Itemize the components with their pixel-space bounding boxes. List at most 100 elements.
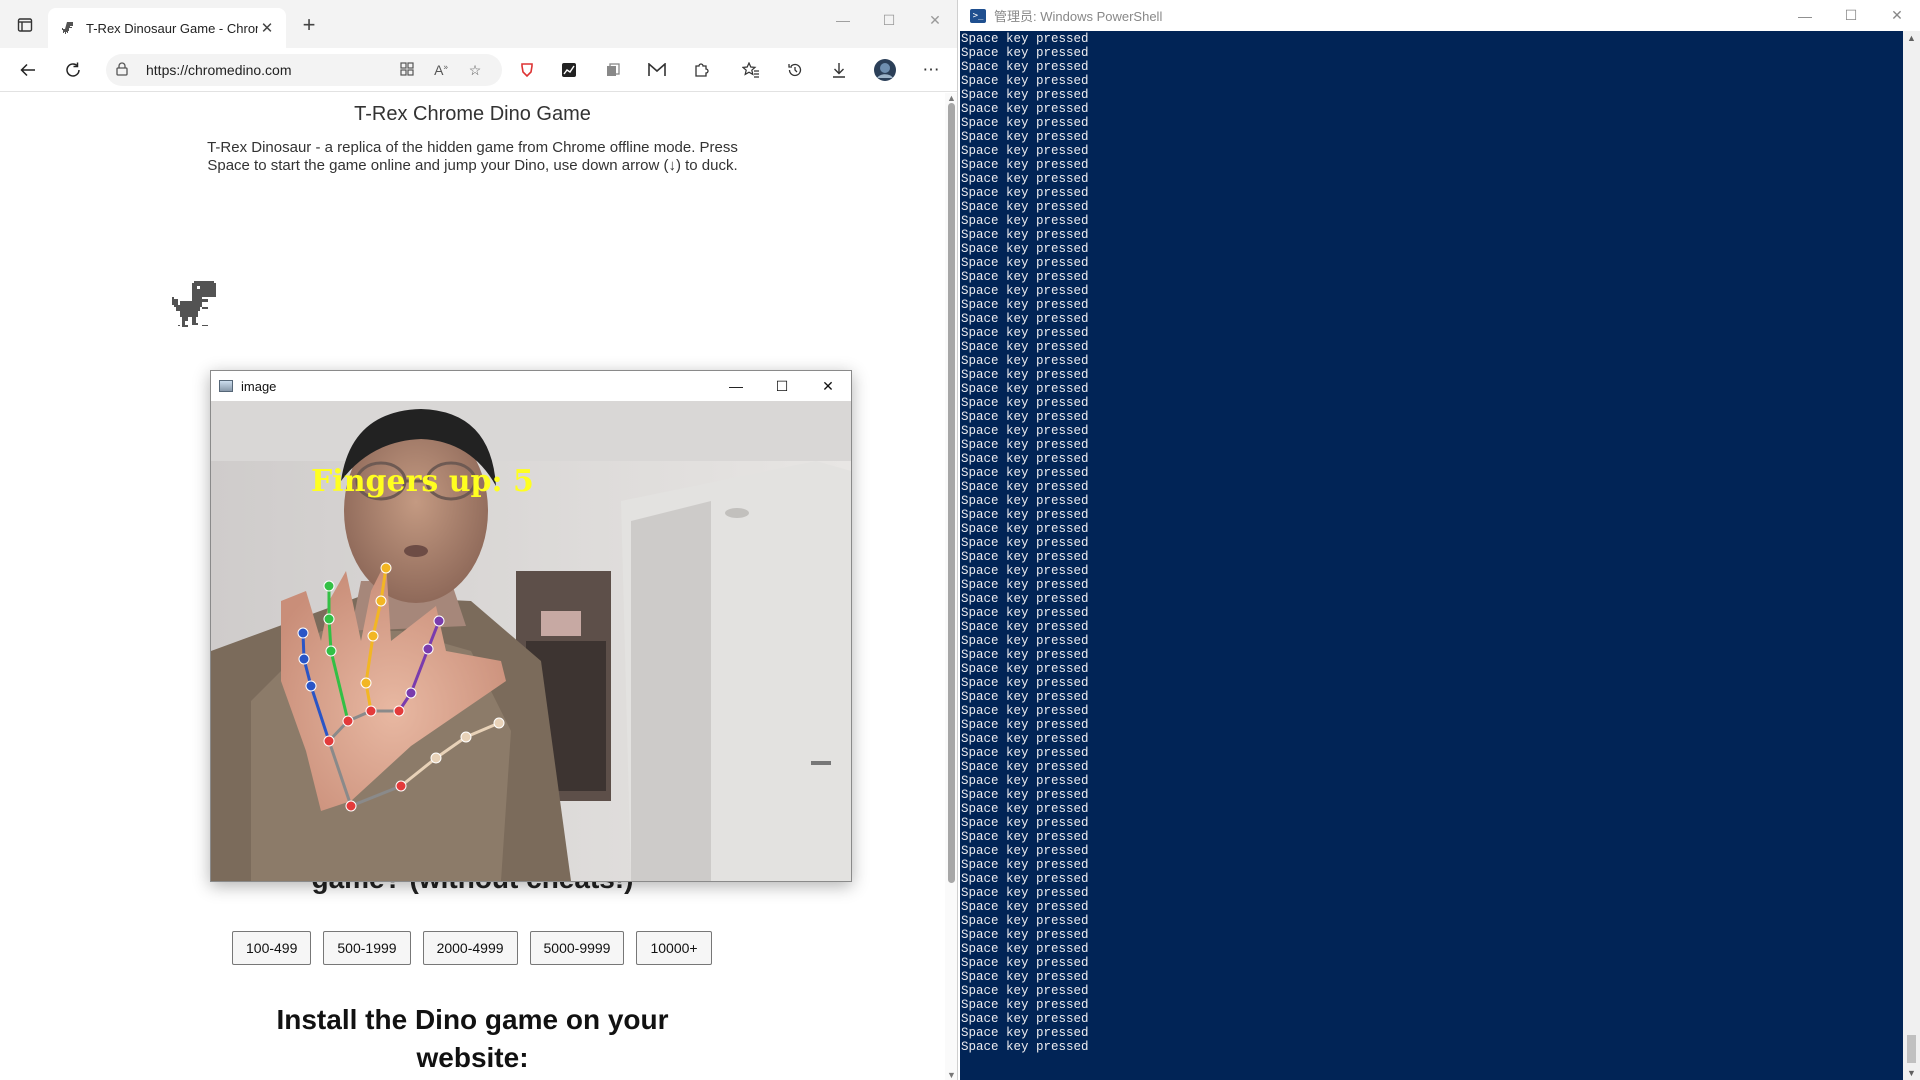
ps-scrollbar-thumb[interactable] (1907, 1035, 1916, 1063)
console-line: Space key pressed (961, 438, 1089, 452)
extension-icon[interactable] (688, 57, 714, 83)
profile-icon[interactable] (872, 57, 898, 83)
powershell-title: 管理员: Windows PowerShell (994, 9, 1163, 24)
range-button-100-499[interactable]: 100-499 (232, 931, 312, 965)
read-aloud-icon[interactable]: A» (424, 62, 458, 78)
landmark-point (375, 595, 387, 607)
scrollbar-thumb[interactable] (948, 103, 955, 883)
collections-icon[interactable] (600, 57, 626, 83)
ps-minimize-button[interactable]: — (1782, 0, 1828, 31)
window-icon (219, 380, 233, 392)
address-bar[interactable]: https://chromedino.com A» ☆ (106, 54, 502, 86)
grid-icon[interactable] (390, 61, 424, 79)
console-line: Space key pressed (961, 844, 1089, 858)
console-line: Space key pressed (961, 312, 1089, 326)
image-maximize-button[interactable]: ☐ (759, 371, 805, 401)
image-minimize-button[interactable]: — (713, 371, 759, 401)
landmark-point (393, 705, 405, 717)
reload-icon[interactable] (60, 57, 86, 83)
console-line: Space key pressed (961, 858, 1089, 872)
back-icon[interactable] (15, 57, 41, 83)
powershell-scrollbar[interactable]: ▲ ▼ (1903, 31, 1920, 1080)
console-line: Space key pressed (961, 522, 1089, 536)
page-scrollbar[interactable]: ▲ ▼ (945, 93, 957, 1080)
more-icon[interactable]: ⋯ (918, 57, 944, 83)
console-line: Space key pressed (961, 578, 1089, 592)
console-line: Space key pressed (961, 900, 1089, 914)
console-line: Space key pressed (961, 242, 1089, 256)
range-button-5000-9999[interactable]: 5000-9999 (529, 931, 625, 965)
landmark-point (342, 715, 354, 727)
range-button-2000-4999[interactable]: 2000-4999 (422, 931, 518, 965)
console-line: Space key pressed (961, 340, 1089, 354)
workspaces-icon[interactable] (12, 12, 38, 38)
landmark-point (360, 677, 372, 689)
url-text[interactable]: https://chromedino.com (146, 62, 390, 78)
scroll-down-icon[interactable]: ▼ (947, 1070, 956, 1080)
console-line: Space key pressed (961, 466, 1089, 480)
downloads-icon[interactable] (826, 57, 852, 83)
add-favorite-icon[interactable]: ☆ (458, 62, 492, 79)
range-button-500-1999[interactable]: 500-1999 (323, 931, 411, 965)
scroll-up-icon[interactable]: ▲ (947, 93, 956, 103)
ps-close-button[interactable]: ✕ (1874, 0, 1920, 31)
ps-scroll-up-icon[interactable]: ▲ (1907, 33, 1916, 43)
console-line: Space key pressed (961, 802, 1089, 816)
lock-icon[interactable] (116, 61, 136, 79)
close-button[interactable]: ✕ (912, 0, 957, 40)
console-line: Space key pressed (961, 284, 1089, 298)
console-line: Space key pressed (961, 998, 1089, 1012)
console-line: Space key pressed (961, 74, 1089, 88)
chart-extension-icon[interactable] (556, 57, 582, 83)
console-line: Space key pressed (961, 424, 1089, 438)
browser-window-controls: — ☐ ✕ (820, 0, 957, 40)
console-line: Space key pressed (961, 1040, 1089, 1054)
console-line: Space key pressed (961, 816, 1089, 830)
tab-chromedino[interactable]: T-Rex Dinosaur Game - Chrome ✕ (48, 8, 286, 48)
landmark-point (297, 627, 309, 639)
console-line: Space key pressed (961, 662, 1089, 676)
minimize-button[interactable]: — (820, 0, 866, 40)
console-line: Space key pressed (961, 130, 1089, 144)
image-window[interactable]: image — ☐ ✕ Fingers up: 5 (210, 370, 852, 882)
console-line: Space key pressed (961, 746, 1089, 760)
console-line: Space key pressed (961, 172, 1089, 186)
image-close-button[interactable]: ✕ (805, 371, 851, 401)
console-line: Space key pressed (961, 872, 1089, 886)
ps-scroll-down-icon[interactable]: ▼ (1907, 1068, 1916, 1078)
mail-icon[interactable] (644, 57, 670, 83)
page-description: T-Rex Dinosaur - a replica of the hidden… (207, 139, 738, 174)
console-line: Space key pressed (961, 718, 1089, 732)
console-line: Space key pressed (961, 494, 1089, 508)
tab-title: T-Rex Dinosaur Game - Chrome (86, 20, 258, 36)
shield-extension-icon[interactable] (514, 57, 540, 83)
tab-close-icon[interactable]: ✕ (258, 19, 276, 37)
console-line: Space key pressed (961, 102, 1089, 116)
ps-maximize-button[interactable]: ☐ (1828, 0, 1874, 31)
landmark-point (395, 780, 407, 792)
favorites-icon[interactable] (738, 57, 764, 83)
trex-dino-sprite[interactable] (172, 281, 216, 333)
landmark-point (380, 562, 392, 574)
console-line: Space key pressed (961, 984, 1089, 998)
console-line: Space key pressed (961, 298, 1089, 312)
powershell-console-output[interactable]: Space key pressed Space key pressed Space … (961, 32, 1901, 1072)
range-button-10000-plus[interactable]: 10000+ (636, 931, 712, 965)
powershell-titlebar[interactable]: >_ 管理员: Windows PowerShell — ☐ ✕ (960, 0, 1920, 31)
landmark-point (345, 800, 357, 812)
image-window-titlebar[interactable]: image — ☐ ✕ (211, 371, 851, 401)
new-tab-icon[interactable]: + (296, 12, 322, 38)
console-line: Space key pressed (961, 760, 1089, 774)
console-line: Space key pressed (961, 326, 1089, 340)
maximize-button[interactable]: ☐ (866, 0, 912, 40)
console-line: Space key pressed (961, 732, 1089, 746)
console-line: Space key pressed (961, 46, 1089, 60)
webcam-scene: Fingers up: 5 (211, 401, 851, 881)
console-line: Space key pressed (961, 396, 1089, 410)
console-line: Space key pressed (961, 228, 1089, 242)
history-icon[interactable] (782, 57, 808, 83)
console-line: Space key pressed (961, 410, 1089, 424)
console-line: Space key pressed (961, 690, 1089, 704)
landmark-point (365, 705, 377, 717)
console-line: Space key pressed (961, 214, 1089, 228)
